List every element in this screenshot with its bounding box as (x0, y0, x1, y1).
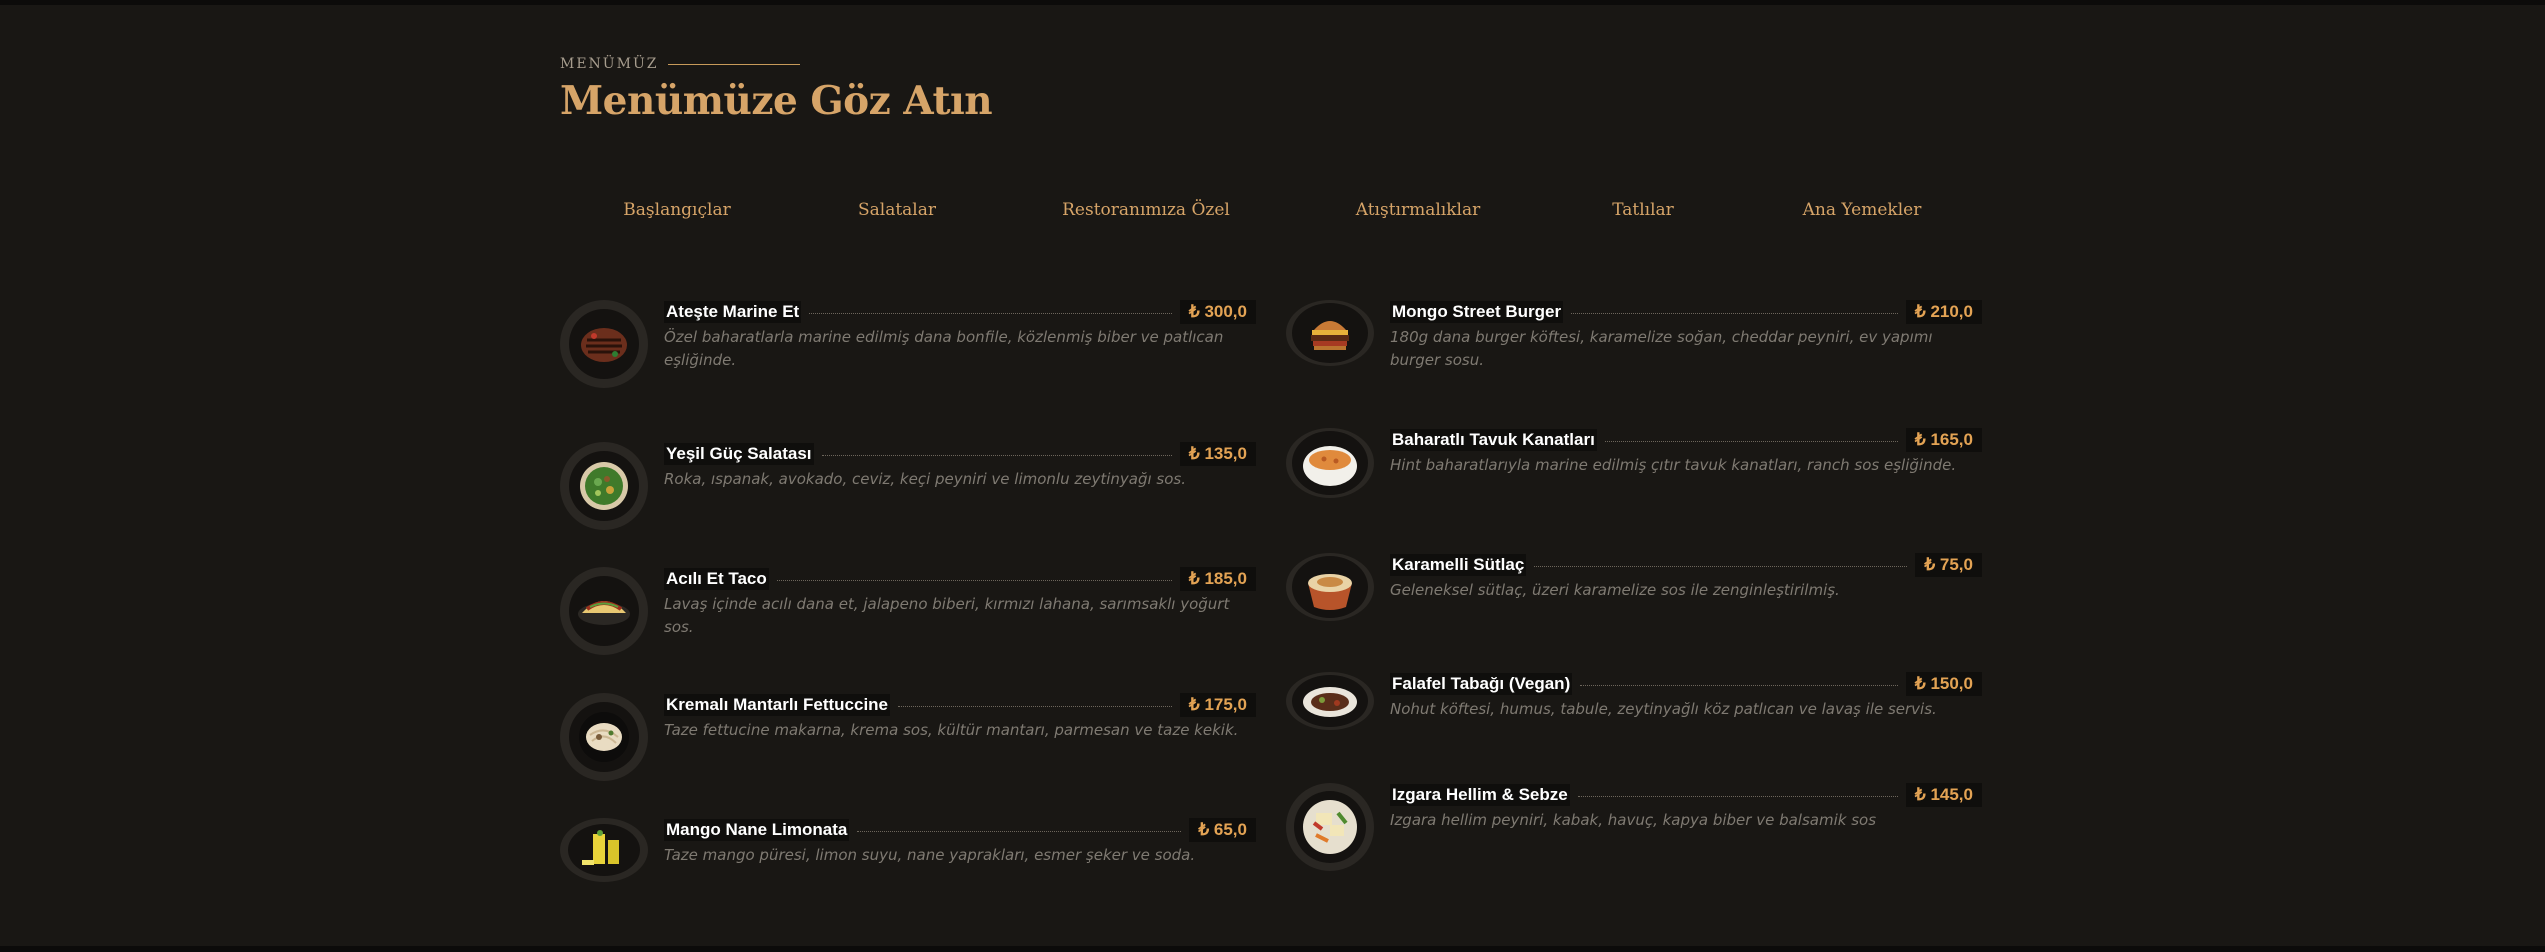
item-name: Karamelli Sütlaç (1390, 554, 1527, 576)
section-title: Menümüze Göz Atın (560, 78, 993, 124)
lemonade-icon (560, 818, 648, 882)
item-description: 180g dana burger köftesi, karamelize soğ… (1390, 328, 1933, 369)
grilled-halloumi-icon (1286, 783, 1374, 871)
eyebrow-label: MENÜMÜZ (560, 56, 659, 72)
item-price: ₺ 145,0 (1905, 783, 1982, 807)
item-description: Nohut köftesi, humus, tabule, zeytinyağl… (1390, 700, 1937, 718)
burger-icon (1286, 300, 1374, 366)
pasta-icon (560, 693, 648, 781)
taco-icon (560, 567, 648, 655)
menu-item[interactable]: Acılı Et Taco ₺ 185,0 Lavaş içinde acılı… (560, 567, 1260, 663)
item-description: Geleneksel sütlaç, üzeri karamelize sos … (1390, 581, 1840, 599)
dotted-leader (809, 312, 1172, 314)
bottom-divider (0, 946, 2545, 952)
falafel-plate-icon (1286, 672, 1374, 730)
item-description: Hint baharatlarıyla marine edilmiş çıtır… (1390, 456, 1957, 474)
item-name: Mongo Street Burger (1390, 301, 1564, 323)
item-price: ₺ 210,0 (1905, 300, 1982, 324)
menu-item[interactable]: Yeşil Güç Salatası ₺ 135,0 Roka, ıspanak… (560, 442, 1260, 538)
rice-pudding-icon (1286, 553, 1374, 621)
tab-ana-yemekler[interactable]: Ana Yemekler (1803, 200, 1922, 220)
section-eyebrow: MENÜMÜZ (560, 56, 801, 72)
menu-item[interactable]: Karamelli Sütlaç ₺ 75,0 Geleneksel sütla… (1286, 553, 1986, 649)
item-name: Mango Nane Limonata (664, 819, 850, 841)
menu-item[interactable]: Mango Nane Limonata ₺ 65,0 Taze mango pü… (560, 818, 1260, 914)
green-salad-icon (560, 442, 648, 530)
menu-item[interactable]: Mongo Street Burger ₺ 210,0 180g dana bu… (1286, 300, 1986, 396)
item-description: Taze mango püresi, limon suyu, nane yapr… (664, 846, 1196, 864)
item-description: Izgara hellim peyniri, kabak, havuç, kap… (1390, 811, 1877, 829)
dotted-leader (1534, 565, 1908, 567)
item-price: ₺ 300,0 (1179, 300, 1256, 324)
tab-atistirmaliklar[interactable]: Atıştırmalıklar (1356, 200, 1481, 220)
grilled-steak-icon (560, 300, 648, 388)
item-price: ₺ 175,0 (1179, 693, 1256, 717)
dotted-leader (1604, 440, 1898, 442)
item-price: ₺ 135,0 (1179, 442, 1256, 466)
item-description: Taze fettucine makarna, krema sos, kültü… (664, 721, 1239, 739)
item-description: Lavaş içinde acılı dana et, jalapeno bib… (664, 595, 1230, 636)
item-name: Izgara Hellim & Sebze (1390, 784, 1570, 806)
item-price: ₺ 185,0 (1179, 567, 1256, 591)
item-name: Ateşte Marine Et (664, 301, 802, 323)
item-name: Acılı Et Taco (664, 568, 769, 590)
item-description: Roka, ıspanak, avokado, ceviz, keçi peyn… (664, 470, 1187, 488)
menu-item[interactable]: Baharatlı Tavuk Kanatları ₺ 165,0 Hint b… (1286, 428, 1986, 524)
dotted-leader (857, 830, 1182, 832)
tab-salatalar[interactable]: Salatalar (858, 200, 936, 220)
tab-baslangiclar[interactable]: Başlangıçlar (623, 200, 730, 220)
eyebrow-divider (668, 63, 801, 65)
menu-item[interactable]: Falafel Tabağı (Vegan) ₺ 150,0 Nohut köf… (1286, 672, 1986, 768)
dotted-leader (898, 705, 1172, 707)
item-price: ₺ 65,0 (1189, 818, 1256, 842)
item-name: Kremalı Mantarlı Fettuccine (664, 694, 891, 716)
menu-item[interactable]: Ateşte Marine Et ₺ 300,0 Özel baharatlar… (560, 300, 1260, 396)
item-name: Yeşil Güç Salatası (664, 443, 814, 465)
dotted-leader (776, 579, 1172, 581)
menu-item[interactable]: Izgara Hellim & Sebze ₺ 145,0 Izgara hel… (1286, 783, 1986, 879)
dotted-leader (1580, 684, 1898, 686)
tab-tatlilar[interactable]: Tatlılar (1612, 200, 1674, 220)
item-name: Baharatlı Tavuk Kanatları (1390, 429, 1597, 451)
dotted-leader (1577, 795, 1898, 797)
item-price: ₺ 75,0 (1915, 553, 1982, 577)
item-price: ₺ 150,0 (1905, 672, 1982, 696)
item-price: ₺ 165,0 (1905, 428, 1982, 452)
menu-item[interactable]: Kremalı Mantarlı Fettuccine ₺ 175,0 Taze… (560, 693, 1260, 789)
menu-section: MENÜMÜZ Menümüze Göz Atın Başlangıçlar S… (560, 0, 1985, 952)
tab-restoranimiza-ozel[interactable]: Restoranımıza Özel (1062, 200, 1230, 220)
dotted-leader (821, 454, 1172, 456)
dotted-leader (1571, 312, 1898, 314)
item-name: Falafel Tabağı (Vegan) (1390, 673, 1573, 695)
chicken-wings-icon (1286, 428, 1374, 498)
category-tabs: Başlangıçlar Salatalar Restoranımıza Öze… (560, 200, 1985, 230)
item-description: Özel baharatlarla marine edilmiş dana bo… (664, 328, 1224, 369)
